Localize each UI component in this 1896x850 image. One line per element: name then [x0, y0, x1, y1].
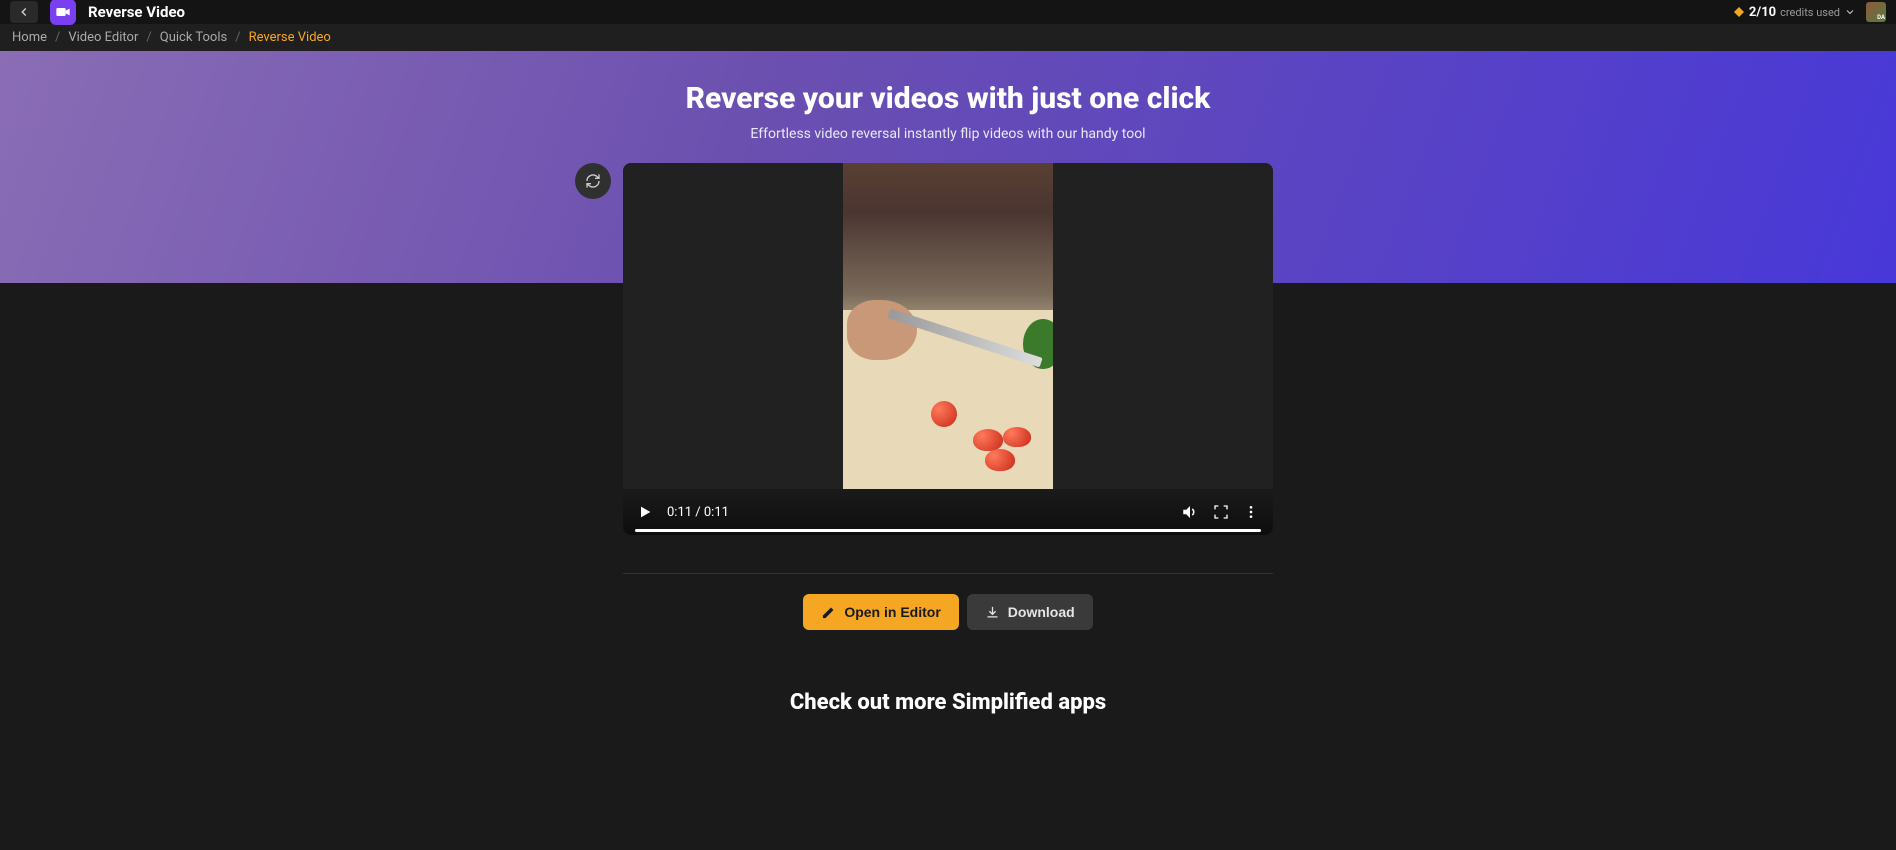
- app-title: Reverse Video: [88, 3, 185, 21]
- divider: [623, 573, 1273, 574]
- breadcrumb-sep: /: [235, 30, 240, 45]
- video-time: 0:11 / 0:11: [667, 505, 729, 520]
- credits-indicator[interactable]: 2/10 credits used: [1733, 5, 1856, 20]
- breadcrumb-current: Reverse Video: [249, 30, 331, 45]
- reset-button[interactable]: [575, 163, 611, 199]
- arrow-left-icon: [17, 5, 31, 19]
- breadcrumb-sep: /: [146, 30, 151, 45]
- breadcrumb-sep: /: [55, 30, 60, 45]
- action-buttons: Open in Editor Download: [803, 594, 1092, 630]
- video-camera-icon: [55, 4, 71, 20]
- fullscreen-button[interactable]: [1213, 504, 1229, 520]
- refresh-icon: [585, 173, 601, 189]
- download-button[interactable]: Download: [967, 594, 1093, 630]
- topbar: Reverse Video 2/10 credits used DA: [0, 0, 1896, 24]
- avatar-initials: DA: [1877, 14, 1885, 21]
- video-frame: [623, 163, 1273, 489]
- credits-count: 2/10: [1749, 5, 1776, 20]
- breadcrumb: Home / Video Editor / Quick Tools / Reve…: [0, 24, 1896, 51]
- play-button[interactable]: [637, 504, 653, 520]
- fullscreen-icon: [1213, 504, 1229, 520]
- more-button[interactable]: [1243, 504, 1259, 520]
- play-icon: [637, 504, 653, 520]
- pencil-icon: [821, 605, 836, 620]
- topbar-left: Reverse Video: [10, 0, 185, 25]
- download-label: Download: [1008, 604, 1075, 620]
- video-player[interactable]: 0:11 / 0:11: [623, 163, 1273, 535]
- chevron-down-icon: [1844, 6, 1856, 18]
- volume-icon: [1181, 503, 1199, 521]
- breadcrumb-item-quick-tools[interactable]: Quick Tools: [160, 30, 227, 45]
- diamond-icon: [1733, 6, 1745, 18]
- download-icon: [985, 605, 1000, 620]
- back-button[interactable]: [10, 1, 38, 23]
- breadcrumb-item-home[interactable]: Home: [12, 30, 47, 45]
- app-icon: [50, 0, 76, 25]
- more-vertical-icon: [1243, 504, 1259, 520]
- video-thumbnail: [843, 163, 1053, 489]
- footer-heading: Check out more Simplified apps: [790, 690, 1106, 715]
- topbar-right: 2/10 credits used DA: [1733, 2, 1886, 22]
- stage: 0:11 / 0:11 Open in Editor Down: [0, 163, 1896, 715]
- open-label: Open in Editor: [844, 604, 940, 620]
- open-in-editor-button[interactable]: Open in Editor: [803, 594, 958, 630]
- hero-title: Reverse your videos with just one click: [0, 81, 1896, 116]
- video-controls: 0:11 / 0:11: [623, 489, 1273, 535]
- credits-label: credits used: [1780, 6, 1840, 19]
- hero-subtitle: Effortless video reversal instantly flip…: [0, 126, 1896, 142]
- progress-bar[interactable]: [635, 529, 1261, 532]
- volume-button[interactable]: [1181, 503, 1199, 521]
- breadcrumb-item-video-editor[interactable]: Video Editor: [68, 30, 138, 45]
- video-wrap: 0:11 / 0:11: [623, 163, 1273, 535]
- avatar[interactable]: DA: [1866, 2, 1886, 22]
